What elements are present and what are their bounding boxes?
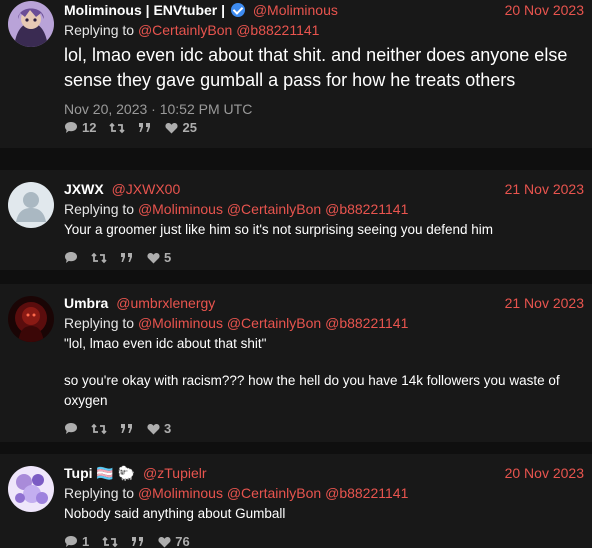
heart-icon bbox=[147, 423, 160, 434]
quote-icon bbox=[121, 423, 132, 433]
tweet-content: Umbra @umbrxlenergy 21 Nov 2023 Replying… bbox=[64, 293, 584, 436]
retweet-button[interactable] bbox=[102, 536, 118, 548]
quote-icon bbox=[132, 536, 144, 546]
mention-link[interactable]: @Moliminous bbox=[138, 201, 223, 217]
tweet-text: Nobody said anything about Gumball bbox=[64, 506, 286, 521]
avatar[interactable] bbox=[8, 466, 54, 512]
replying-to: Replying to @Moliminous @CertainlyBon @b… bbox=[64, 483, 584, 503]
reply-tweet: Tupi 🏳️‍⚧️ 🐑 @zTupielr 20 Nov 2023 Reply… bbox=[0, 454, 592, 548]
reply-button[interactable]: 1 bbox=[64, 534, 89, 548]
comment-icon bbox=[65, 423, 77, 434]
mention-link[interactable]: @CertainlyBon bbox=[227, 485, 321, 501]
like-count: 5 bbox=[164, 250, 172, 265]
like-button[interactable]: 5 bbox=[147, 250, 171, 265]
tweet-date[interactable]: 21 Nov 2023 bbox=[505, 179, 584, 199]
tweet-text: so you're okay with racism??? how the he… bbox=[64, 373, 560, 408]
display-name[interactable]: Moliminous | ENVtuber | bbox=[64, 2, 225, 18]
mention-link[interactable]: @CertainlyBon bbox=[227, 315, 321, 331]
quote-icon bbox=[139, 122, 151, 132]
display-name[interactable]: JXWX bbox=[64, 181, 104, 197]
tweet-header: Umbra @umbrxlenergy 21 Nov 2023 bbox=[64, 293, 584, 313]
verified-badge-icon bbox=[230, 3, 245, 17]
tweet-content: JXWX @JXWX00 21 Nov 2023 Replying to @Mo… bbox=[64, 179, 584, 265]
tweet-stats: 5 bbox=[64, 250, 584, 265]
display-name[interactable]: Umbra bbox=[64, 295, 108, 311]
reply-count: 12 bbox=[82, 120, 97, 135]
reply-button[interactable] bbox=[64, 422, 78, 435]
replying-to: Replying to @Moliminous @CertainlyBon @b… bbox=[64, 199, 584, 219]
mention-link[interactable]: @CertainlyBon bbox=[138, 22, 232, 38]
quote-icon bbox=[121, 252, 132, 262]
tweet-stats: 1 76 bbox=[64, 534, 584, 548]
tweet-content: Moliminous | ENVtuber | @Moliminous 20 N… bbox=[64, 0, 584, 135]
reply-count: 1 bbox=[82, 534, 90, 548]
avatar[interactable] bbox=[8, 1, 54, 47]
paragraph-break bbox=[64, 354, 584, 370]
replying-label: Replying to bbox=[64, 485, 135, 501]
avatar[interactable] bbox=[8, 296, 54, 342]
like-count: 25 bbox=[182, 120, 197, 135]
display-name[interactable]: Tupi 🏳️‍⚧️ 🐑 bbox=[64, 465, 135, 481]
heart-icon bbox=[165, 122, 179, 133]
tweet-quote-text: "lol, lmao even idc about that shit" bbox=[64, 336, 267, 351]
avatar[interactable] bbox=[8, 182, 54, 228]
reply-button[interactable] bbox=[64, 251, 78, 264]
mention-link[interactable]: @b88221141 bbox=[325, 201, 408, 217]
replying-label: Replying to bbox=[64, 22, 135, 38]
tweet-timestamp[interactable]: Nov 20, 2023 · 10:52 PM UTC bbox=[64, 101, 584, 117]
heart-icon bbox=[147, 252, 160, 263]
mention-link[interactable]: @b88221141 bbox=[325, 315, 408, 331]
mention-link[interactable]: @b88221141 bbox=[325, 485, 408, 501]
replying-label: Replying to bbox=[64, 315, 135, 331]
like-button[interactable]: 76 bbox=[158, 534, 190, 548]
like-count: 76 bbox=[175, 534, 190, 548]
tweet-header: Tupi 🏳️‍⚧️ 🐑 @zTupielr 20 Nov 2023 bbox=[64, 463, 584, 483]
mention-link[interactable]: @b88221141 bbox=[236, 22, 319, 38]
comment-icon bbox=[65, 252, 77, 263]
comment-icon bbox=[65, 122, 77, 133]
tweet-date[interactable]: 20 Nov 2023 bbox=[505, 463, 584, 483]
quote-button[interactable] bbox=[131, 536, 145, 548]
quote-button[interactable] bbox=[138, 122, 152, 134]
like-button[interactable]: 3 bbox=[147, 421, 171, 436]
quote-button[interactable] bbox=[120, 252, 134, 264]
retweet-icon bbox=[102, 536, 118, 547]
tweet-text: Your a groomer just like him so it's not… bbox=[64, 222, 494, 237]
tweet-content: Tupi 🏳️‍⚧️ 🐑 @zTupielr 20 Nov 2023 Reply… bbox=[64, 463, 584, 548]
reply-tweet: Umbra @umbrxlenergy 21 Nov 2023 Replying… bbox=[0, 284, 592, 442]
quote-button[interactable] bbox=[120, 423, 134, 435]
like-count: 3 bbox=[164, 421, 172, 436]
username[interactable]: @Moliminous bbox=[253, 2, 338, 18]
main-tweet: Moliminous | ENVtuber | @Moliminous 20 N… bbox=[0, 0, 592, 148]
tweet-text: lol, lmao even idc about that shit. and … bbox=[64, 45, 568, 90]
mention-link[interactable]: @Moliminous bbox=[138, 315, 223, 331]
username[interactable]: @JXWX00 bbox=[112, 181, 181, 197]
tweet-date[interactable]: 20 Nov 2023 bbox=[505, 0, 584, 20]
username[interactable]: @umbrxlenergy bbox=[116, 295, 215, 311]
tweet-header: JXWX @JXWX00 21 Nov 2023 bbox=[64, 179, 584, 199]
tweet-date[interactable]: 21 Nov 2023 bbox=[505, 293, 584, 313]
tweet-stats: 12 25 bbox=[64, 120, 210, 135]
retweet-icon bbox=[91, 423, 107, 434]
retweet-icon bbox=[91, 252, 107, 263]
replying-label: Replying to bbox=[64, 201, 135, 217]
retweet-button[interactable] bbox=[109, 122, 126, 134]
retweet-button[interactable] bbox=[91, 252, 107, 264]
heart-icon bbox=[158, 536, 171, 547]
tweet-header: Moliminous | ENVtuber | @Moliminous 20 N… bbox=[64, 0, 584, 20]
like-button[interactable]: 25 bbox=[165, 120, 197, 135]
thread: Moliminous | ENVtuber | @Moliminous 20 N… bbox=[0, 0, 592, 548]
username[interactable]: @zTupielr bbox=[143, 465, 207, 481]
mention-link[interactable]: @CertainlyBon bbox=[227, 201, 321, 217]
reply-tweet: JXWX @JXWX00 21 Nov 2023 Replying to @Mo… bbox=[0, 170, 592, 270]
reply-button[interactable]: 12 bbox=[64, 120, 96, 135]
retweet-button[interactable] bbox=[91, 423, 107, 435]
replying-to: Replying to @Moliminous @CertainlyBon @b… bbox=[64, 313, 584, 333]
retweet-icon bbox=[109, 122, 126, 133]
mention-link[interactable]: @Moliminous bbox=[138, 485, 223, 501]
replying-to: Replying to @CertainlyBon @b88221141 bbox=[64, 20, 584, 40]
tweet-stats: 3 bbox=[64, 421, 584, 436]
comment-icon bbox=[65, 536, 77, 547]
